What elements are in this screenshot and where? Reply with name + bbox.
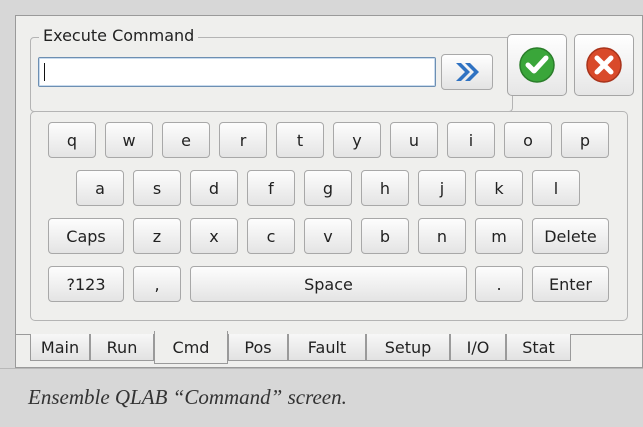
key-j[interactable]: j [418, 170, 466, 206]
red-x-icon [586, 47, 622, 83]
key-d[interactable]: d [190, 170, 238, 206]
key-numbers[interactable]: ?123 [48, 266, 124, 302]
tab-io[interactable]: I/O [450, 334, 506, 361]
ok-button[interactable] [507, 34, 567, 96]
key-y[interactable]: y [333, 122, 381, 158]
tab-stat[interactable]: Stat [506, 334, 571, 361]
key-u[interactable]: u [390, 122, 438, 158]
key-t[interactable]: t [276, 122, 324, 158]
key-i[interactable]: i [447, 122, 495, 158]
key-space[interactable]: Space [190, 266, 467, 302]
key-comma[interactable]: , [133, 266, 181, 302]
cancel-button[interactable] [574, 34, 634, 96]
tab-fault[interactable]: Fault [288, 334, 366, 361]
key-h[interactable]: h [361, 170, 409, 206]
key-s[interactable]: s [133, 170, 181, 206]
figure-caption: Ensemble QLAB “Command” screen. [0, 368, 643, 427]
tab-run[interactable]: Run [90, 334, 154, 361]
key-l[interactable]: l [532, 170, 580, 206]
tab-main[interactable]: Main [30, 334, 90, 361]
green-check-icon [519, 47, 555, 83]
key-delete[interactable]: Delete [532, 218, 609, 254]
key-o[interactable]: o [504, 122, 552, 158]
onscreen-keyboard: q w e r t y u i o p a s d f g h j k l Ca… [30, 111, 628, 321]
key-r[interactable]: r [219, 122, 267, 158]
key-caps[interactable]: Caps [48, 218, 124, 254]
execute-command-title: Execute Command [39, 26, 199, 45]
tab-cmd[interactable]: Cmd [154, 331, 228, 364]
key-b[interactable]: b [361, 218, 409, 254]
key-m[interactable]: m [475, 218, 523, 254]
send-command-button[interactable] [441, 54, 493, 90]
key-a[interactable]: a [76, 170, 124, 206]
command-screen: Execute Command q w e r t y u i o p a s … [15, 15, 643, 368]
key-q[interactable]: q [48, 122, 96, 158]
key-v[interactable]: v [304, 218, 352, 254]
caption-text: Ensemble QLAB “Command” screen. [28, 385, 347, 409]
double-chevron-right-icon [456, 63, 479, 81]
key-f[interactable]: f [247, 170, 295, 206]
key-enter[interactable]: Enter [532, 266, 609, 302]
execute-command-group: Execute Command [30, 26, 513, 112]
key-k[interactable]: k [475, 170, 523, 206]
command-input[interactable] [38, 57, 436, 87]
key-e[interactable]: e [162, 122, 210, 158]
key-x[interactable]: x [190, 218, 238, 254]
key-p[interactable]: p [561, 122, 609, 158]
key-period[interactable]: . [475, 266, 523, 302]
tab-pos[interactable]: Pos [228, 334, 288, 361]
tab-setup[interactable]: Setup [366, 334, 450, 361]
key-n[interactable]: n [418, 218, 466, 254]
key-g[interactable]: g [304, 170, 352, 206]
key-c[interactable]: c [247, 218, 295, 254]
text-caret [44, 63, 45, 81]
key-z[interactable]: z [133, 218, 181, 254]
key-w[interactable]: w [105, 122, 153, 158]
